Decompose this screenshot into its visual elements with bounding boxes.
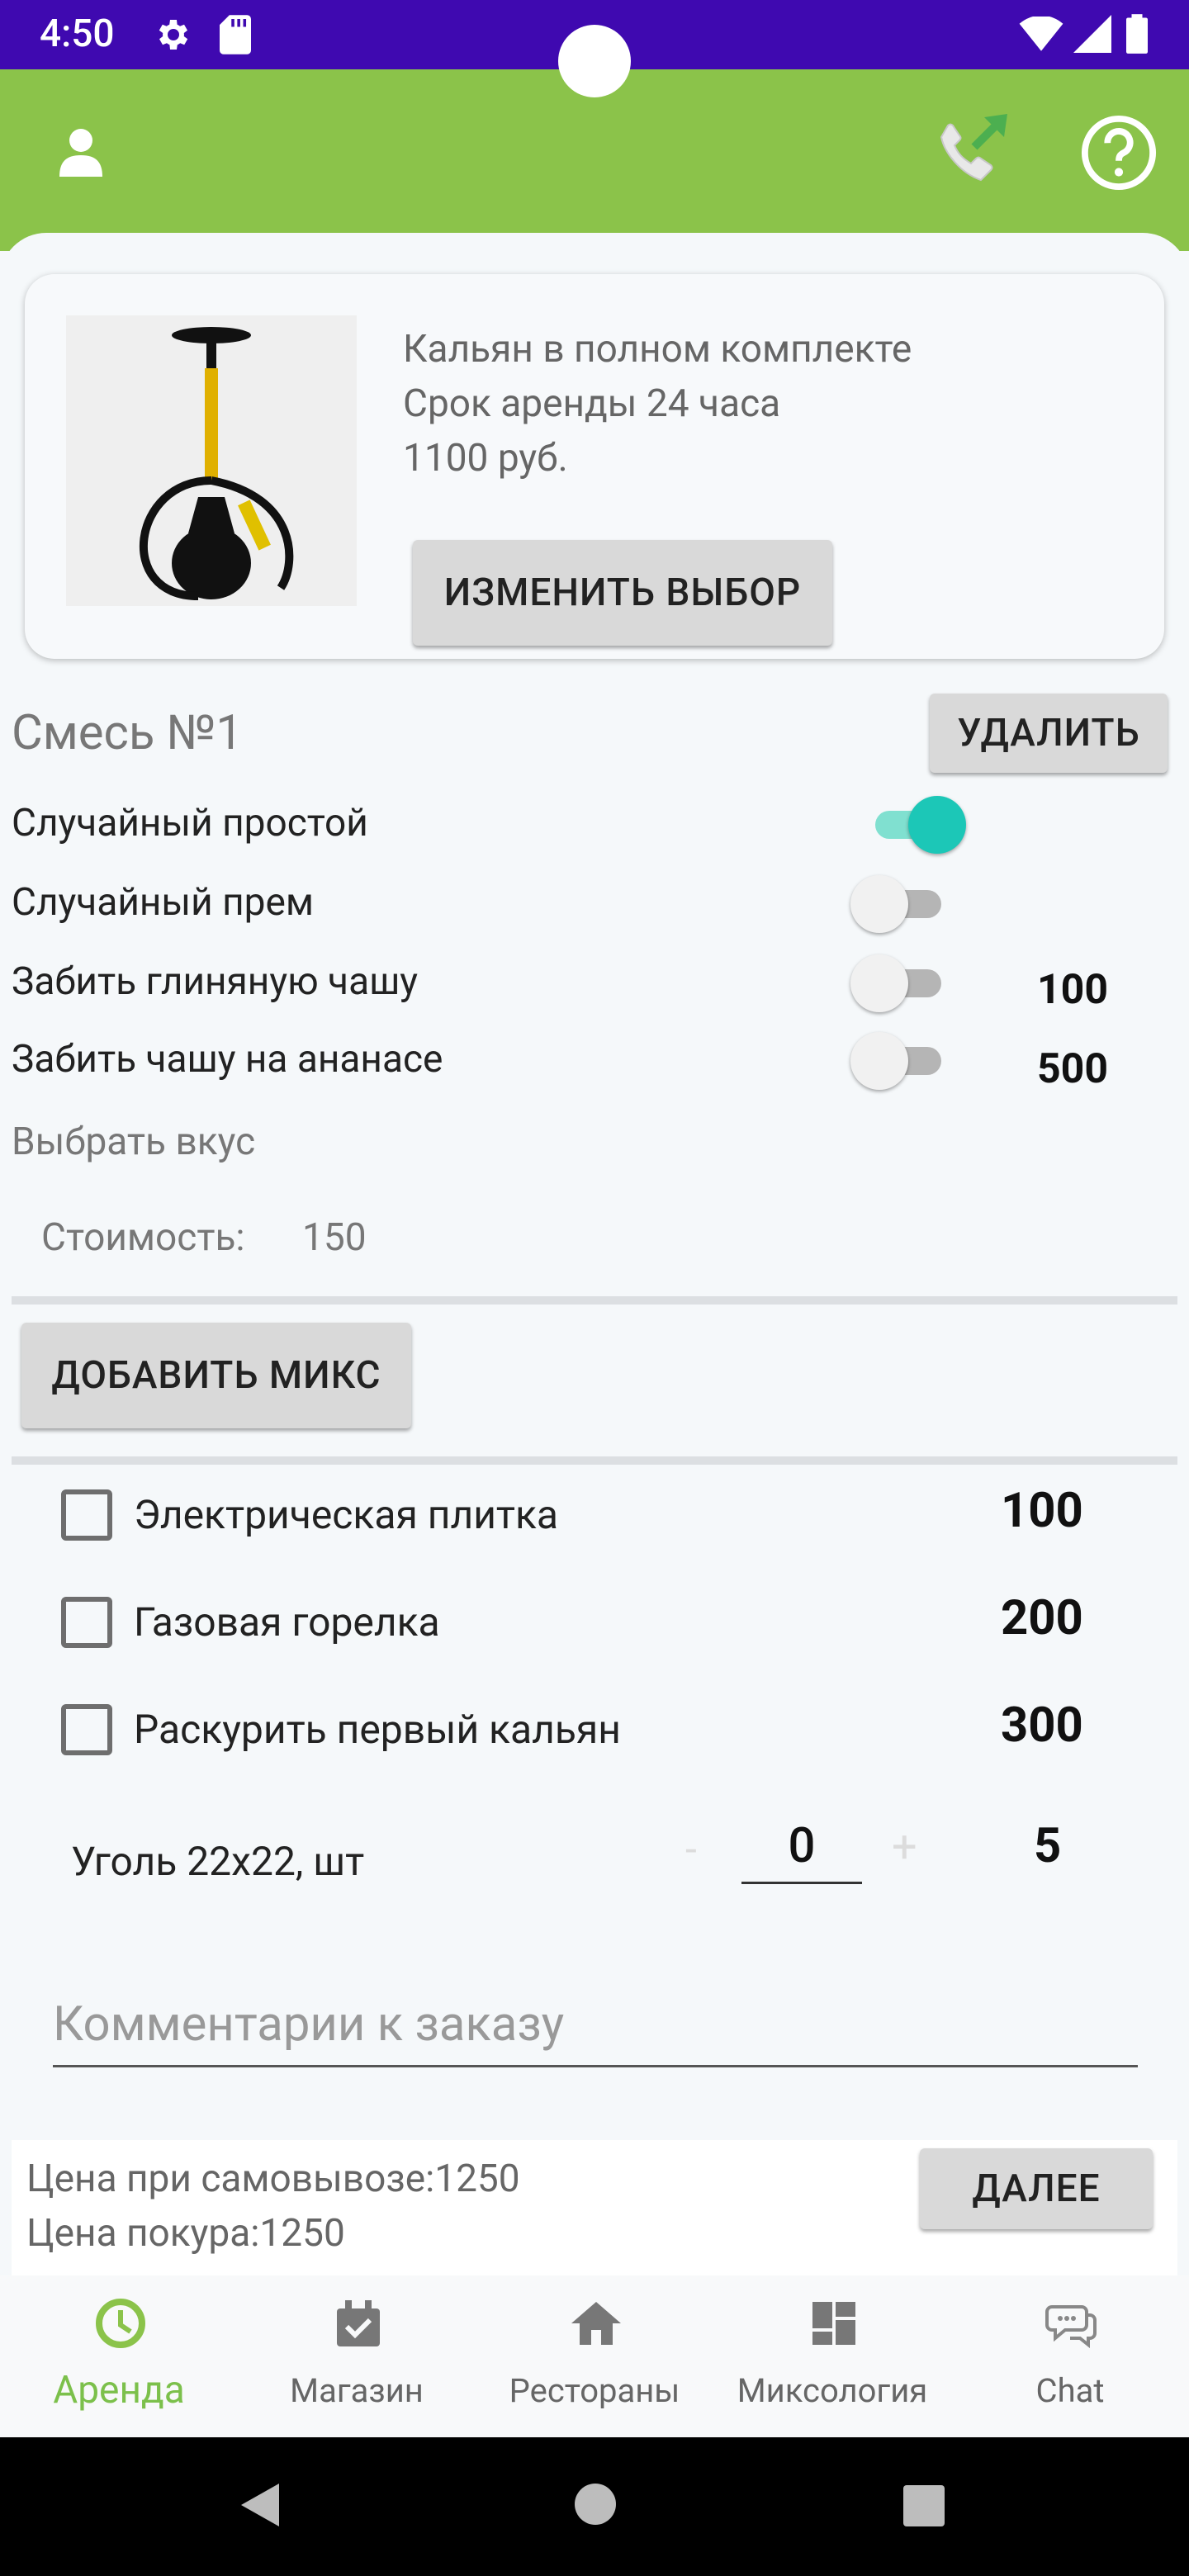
pickup-price: Цена при самовывозе:1250 [26,2157,520,2201]
sd-card-icon [220,15,251,54]
gas-burner-price: 200 [1001,1590,1083,1646]
first-hookah-price: 300 [1001,1698,1083,1754]
wifi-icon [1019,17,1063,51]
status-time: 4:50 [40,12,115,56]
product-card: Кальян в полном комплекте Срок аренды 24… [25,274,1164,659]
smoke-price: Цена покура:1250 [26,2211,345,2256]
electric-stove-price: 100 [1001,1483,1083,1539]
option-label-pineapple-bowl: Забить чашу на ананасе [12,1037,443,1082]
order-comment-input[interactable]: Комментарии к заказу [53,1991,1138,2067]
option-label-clay-bowl: Забить глиняную чашу [12,959,419,1004]
switch-random-simple[interactable] [867,794,966,854]
change-selection-button[interactable]: ИЗМЕНИТЬ ВЫБОР [413,540,832,646]
camera-cutout [558,25,631,97]
nav-label-shop: Магазин [290,2371,424,2410]
settings-icon [159,20,188,50]
recent-apps-button[interactable] [903,2485,945,2526]
nav-label-rent: Аренда [53,2368,185,2413]
option-label-random-premium: Случайный прем [12,880,314,925]
chat-icon [1045,2305,1097,2349]
coal-quantity-field[interactable]: 0 [741,1818,862,1884]
option-label-random-simple: Случайный простой [12,801,368,845]
nav-item-restaurants[interactable]: Рестораны [476,2275,713,2437]
divider [12,1456,1177,1465]
switch-random-premium[interactable] [850,874,950,933]
dashboard-icon [812,2302,855,2345]
status-bar: 4:50 [0,0,1189,97]
coal-label: Уголь 22x22, шт [71,1838,365,1885]
electric-stove-checkbox[interactable] [61,1489,112,1541]
first-hookah-label: Раскурить первый кальян [134,1706,621,1753]
battery-icon [1126,14,1148,54]
switch-clay-bowl[interactable] [850,953,950,1012]
nav-item-shop[interactable]: Магазин [238,2275,476,2437]
coal-decrement-button[interactable]: - [685,1826,697,1874]
back-icon[interactable] [239,2482,281,2528]
gas-burner-label: Газовая горелка [134,1598,440,1646]
mix-title: Смесь №1 [12,705,244,761]
clay-bowl-price: 100 [1037,966,1109,1014]
electric-stove-label: Электрическая плитка [134,1491,559,1538]
signal-icon [1073,15,1111,53]
nav-label-restaurants: Рестораны [509,2371,680,2410]
product-price: 1100 руб. [403,436,568,481]
nav-item-mixology[interactable]: Миксология [713,2275,951,2437]
coal-increment-button[interactable]: + [892,1821,917,1873]
clock-icon [96,2299,145,2348]
next-button[interactable]: ДАЛЕЕ [920,2148,1153,2229]
bottom-navigation: Аренда Магазин Рестораны Миксология Chat [0,2275,1189,2437]
product-name: Кальян в полном комплекте [403,327,912,372]
product-info: Кальян в полном комплекте Срок аренды 24… [403,322,912,485]
rental-term: Срок аренды 24 часа [403,381,781,426]
phone-call-icon[interactable] [931,107,1014,190]
choose-flavor-link[interactable]: Выбрать вкус [12,1120,255,1164]
main-content: Кальян в полном комплекте Срок аренды 24… [0,233,1189,2285]
shop-icon [337,2300,380,2346]
nav-item-rent[interactable]: Аренда [0,2275,238,2437]
switch-pineapple-bowl[interactable] [850,1030,950,1090]
cost-value: 150 [302,1215,367,1260]
home-button[interactable] [575,2484,616,2525]
divider [12,1296,1177,1305]
system-navigation-bar [0,2437,1189,2576]
nav-item-chat[interactable]: Chat [951,2275,1189,2437]
delete-mix-button[interactable]: УДАЛИТЬ [930,694,1168,773]
nav-label-chat: Chat [1035,2371,1105,2410]
coal-price: 5 [1034,1818,1062,1874]
nav-label-mixology: Миксология [737,2371,928,2410]
add-mix-button[interactable]: ДОБАВИТЬ МИКС [21,1323,411,1428]
cost-label: Стоимость: [41,1215,245,1260]
pineapple-bowl-price: 500 [1037,1045,1109,1093]
gas-burner-checkbox[interactable] [61,1597,112,1648]
first-hookah-checkbox[interactable] [61,1704,112,1755]
help-icon[interactable] [1080,114,1158,192]
hookah-image [66,315,357,606]
home-icon [571,2302,621,2345]
user-icon[interactable] [59,127,102,177]
